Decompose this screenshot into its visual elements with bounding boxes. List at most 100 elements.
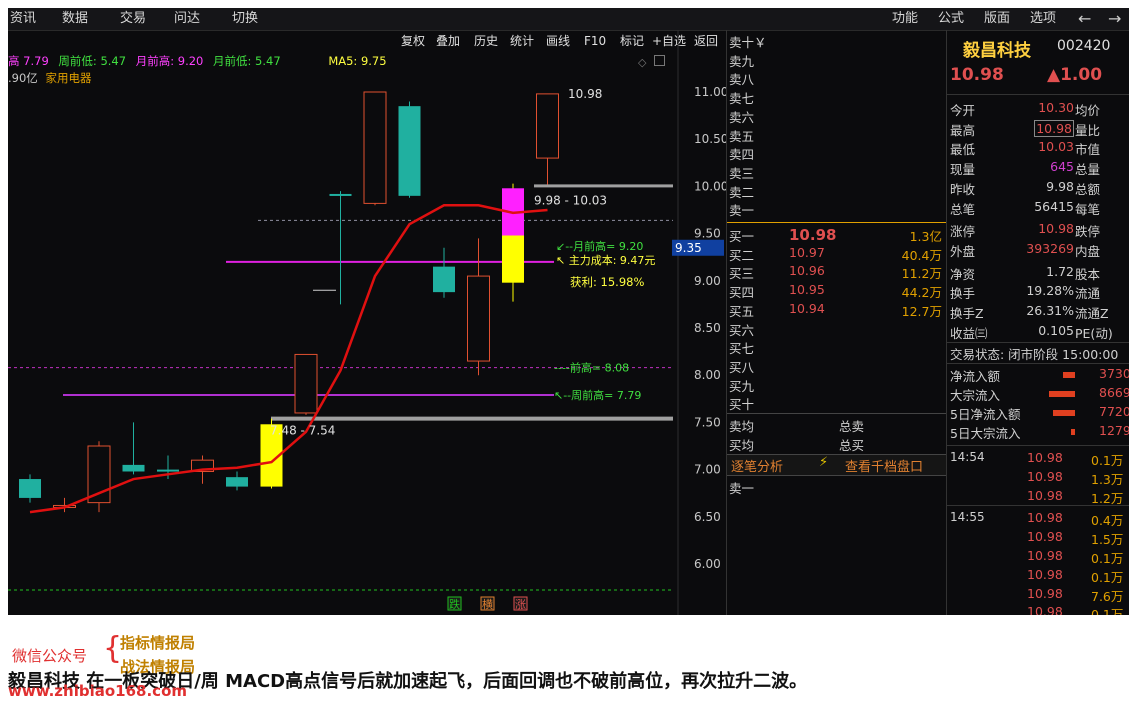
quote-row-value: 9.98 xyxy=(1046,178,1074,194)
sell-level-row[interactable]: 卖六 xyxy=(727,107,946,126)
buy-level-label: 买九 xyxy=(729,378,755,394)
buy-level-row[interactable]: 买七 xyxy=(727,338,946,357)
buy-level-price: 10.95 xyxy=(789,282,825,298)
sell-level-label: 卖四 xyxy=(729,147,755,163)
buy-level-row[interactable]: 买二 10.97 40.4万 xyxy=(727,245,946,264)
quote-row-label-2: 市值 xyxy=(1075,142,1101,158)
price-change: ▲1.00 xyxy=(1047,65,1103,85)
tick-row: 10.98 1.2万 xyxy=(947,488,1129,507)
tick-price: 10.98 xyxy=(1027,585,1063,601)
quote-row-value: 19.28% xyxy=(1026,283,1074,299)
watermark-wechat: 微信公众号 xyxy=(12,647,88,665)
quote-row-label: 收益㈢ xyxy=(950,325,988,341)
buy-level-volume: 1.3亿 xyxy=(909,229,942,244)
buy-level-row[interactable]: 买四 10.95 44.2万 xyxy=(727,282,946,301)
buy-level-row[interactable]: 买九 xyxy=(727,376,946,395)
tick-price: 10.98 xyxy=(1027,566,1063,582)
menu-options[interactable]: 选项 xyxy=(1030,8,1056,30)
tick-row: 14:55 10.98 0.4万 xyxy=(947,510,1129,529)
flow-row: 5日大宗流入 1279 xyxy=(947,423,1129,442)
buy-level-row[interactable]: 买十 xyxy=(727,394,946,413)
tick-price: 10.98 xyxy=(1027,487,1063,503)
menu-layout[interactable]: 版面 xyxy=(984,8,1010,30)
flow-row: 净流入额 3730 xyxy=(947,366,1129,385)
flow-bar xyxy=(1049,391,1075,397)
buy-level-row[interactable]: 买一 10.98 1.3亿 xyxy=(727,226,946,245)
stock-code: 002420 xyxy=(1057,38,1111,54)
candle-body xyxy=(433,266,455,293)
buy-level-price: 10.94 xyxy=(789,300,825,316)
quote-row: 今开 10.30 均价 xyxy=(947,100,1129,119)
buy-level-row[interactable]: 买五 10.94 12.7万 xyxy=(727,301,946,320)
sell-level-row[interactable]: 卖七 xyxy=(727,88,946,107)
buy-level-label: 买三 xyxy=(729,266,755,282)
high-label: 10.98 xyxy=(568,87,602,101)
watermark-line1: 指标情报局 xyxy=(120,634,196,652)
buy-level-volume: 11.2万 xyxy=(901,266,942,282)
bottom-mark: 涨 xyxy=(515,598,526,611)
price-tick-label: 10.00 xyxy=(694,179,726,193)
buy-level-label: 买十 xyxy=(729,397,755,413)
quote-row-value: 10.30 xyxy=(1038,100,1074,115)
back-arrow-icon[interactable]: ← xyxy=(1078,8,1091,30)
quote-row: 最高 10.98 量比 xyxy=(947,119,1129,139)
sell-level-row[interactable]: 卖一 xyxy=(727,200,946,219)
buy-level-row[interactable]: 买三 10.96 11.2万 xyxy=(727,263,946,282)
price-tick-label: 10.50 xyxy=(694,132,726,146)
profit-label: 获利: 15.98% xyxy=(570,275,644,289)
buy-level-label: 买六 xyxy=(729,322,755,338)
tick-row: 10.98 0.1万 xyxy=(947,567,1129,586)
flow-row: 5日净流入额 7720 xyxy=(947,404,1129,423)
quote-row-value: 645 xyxy=(1050,159,1074,175)
menu-function[interactable]: 功能 xyxy=(892,8,918,30)
buy-level-row[interactable]: 买六 xyxy=(727,320,946,339)
tick-volume: 7.6万 xyxy=(1091,588,1124,604)
quote-row-label-2: 流通 xyxy=(1075,286,1101,302)
flow-bar xyxy=(1053,410,1075,416)
quote-row: 现量 645 总量 xyxy=(947,159,1129,178)
cursor-price-label: 9.35 xyxy=(675,241,702,255)
trading-app-window: 资讯 数据 交易 问达 切换 功能 公式 版面 选项 ← → 复权 叠加 历史 … xyxy=(8,8,1129,615)
forward-arrow-icon[interactable]: → xyxy=(1108,8,1121,30)
quote-row: 净资 1.72 股本 xyxy=(947,264,1129,283)
sell-level-label: 卖五 xyxy=(729,128,755,144)
sell-level-row[interactable]: 卖九 xyxy=(727,51,946,70)
candle-body xyxy=(122,464,145,472)
flow-label: 5日净流入额 xyxy=(950,407,1021,422)
sell-level-row[interactable]: 卖四 xyxy=(727,144,946,163)
sell-level-row[interactable]: 卖三 xyxy=(727,163,946,182)
quote-row-label: 现量 xyxy=(950,162,976,178)
lightning-icon[interactable]: ⚡ xyxy=(819,455,828,470)
flow-label: 大宗流入 xyxy=(950,388,1001,403)
sell-level-row[interactable]: 卖五 xyxy=(727,126,946,145)
candle-body xyxy=(157,469,179,472)
flow-value: 8669 xyxy=(1099,385,1129,400)
sell-level-row[interactable]: 卖二 xyxy=(727,182,946,201)
quote-info-panel: 毅昌科技 002420 10.98 ▲1.00 今开 10.30 均价 最高 1… xyxy=(946,30,1129,615)
watermark-url: www.zhibiao168.com xyxy=(8,682,188,700)
candle-body xyxy=(19,479,41,498)
candlestick-chart[interactable]: 11.00 10.50 10.00 9.50 9.00 8.50 8.00 7.50 7.00 6… xyxy=(8,8,726,615)
quote-row-label: 净资 xyxy=(950,266,976,282)
quote-row-label: 总笔 xyxy=(950,201,976,217)
sell-level-row[interactable]: 卖十￥ xyxy=(727,32,946,51)
sell-level-label: 卖七 xyxy=(729,91,755,107)
price-tick-label: 7.00 xyxy=(694,463,721,477)
quote-row-value: 1.72 xyxy=(1046,263,1074,279)
sell-level-row[interactable]: 卖八 xyxy=(727,69,946,88)
quote-row-value: 10.98 xyxy=(1038,221,1074,237)
buy-level-row[interactable]: 买八 xyxy=(727,357,946,376)
quote-row-label-2: 总量 xyxy=(1075,162,1101,178)
tick-row: 14:54 10.98 0.1万 xyxy=(947,450,1129,469)
buy-level-volume: 12.7万 xyxy=(901,303,942,319)
avg-buy-label: 买均 xyxy=(729,438,755,453)
total-buy-label: 总买 xyxy=(839,438,865,453)
menu-formula[interactable]: 公式 xyxy=(938,8,964,30)
quote-row: 最低 10.03 市值 xyxy=(947,139,1129,158)
tab-thousand-levels[interactable]: 查看千档盘口 xyxy=(845,456,923,475)
tab-tick-analysis[interactable]: 逐笔分析 xyxy=(731,456,783,475)
flow-row: 大宗流入 8669 xyxy=(947,385,1129,404)
quote-row-label: 涨停 xyxy=(950,224,976,240)
tick-volume: 1.5万 xyxy=(1091,532,1124,548)
quote-row-value: 10.03 xyxy=(1038,139,1074,155)
